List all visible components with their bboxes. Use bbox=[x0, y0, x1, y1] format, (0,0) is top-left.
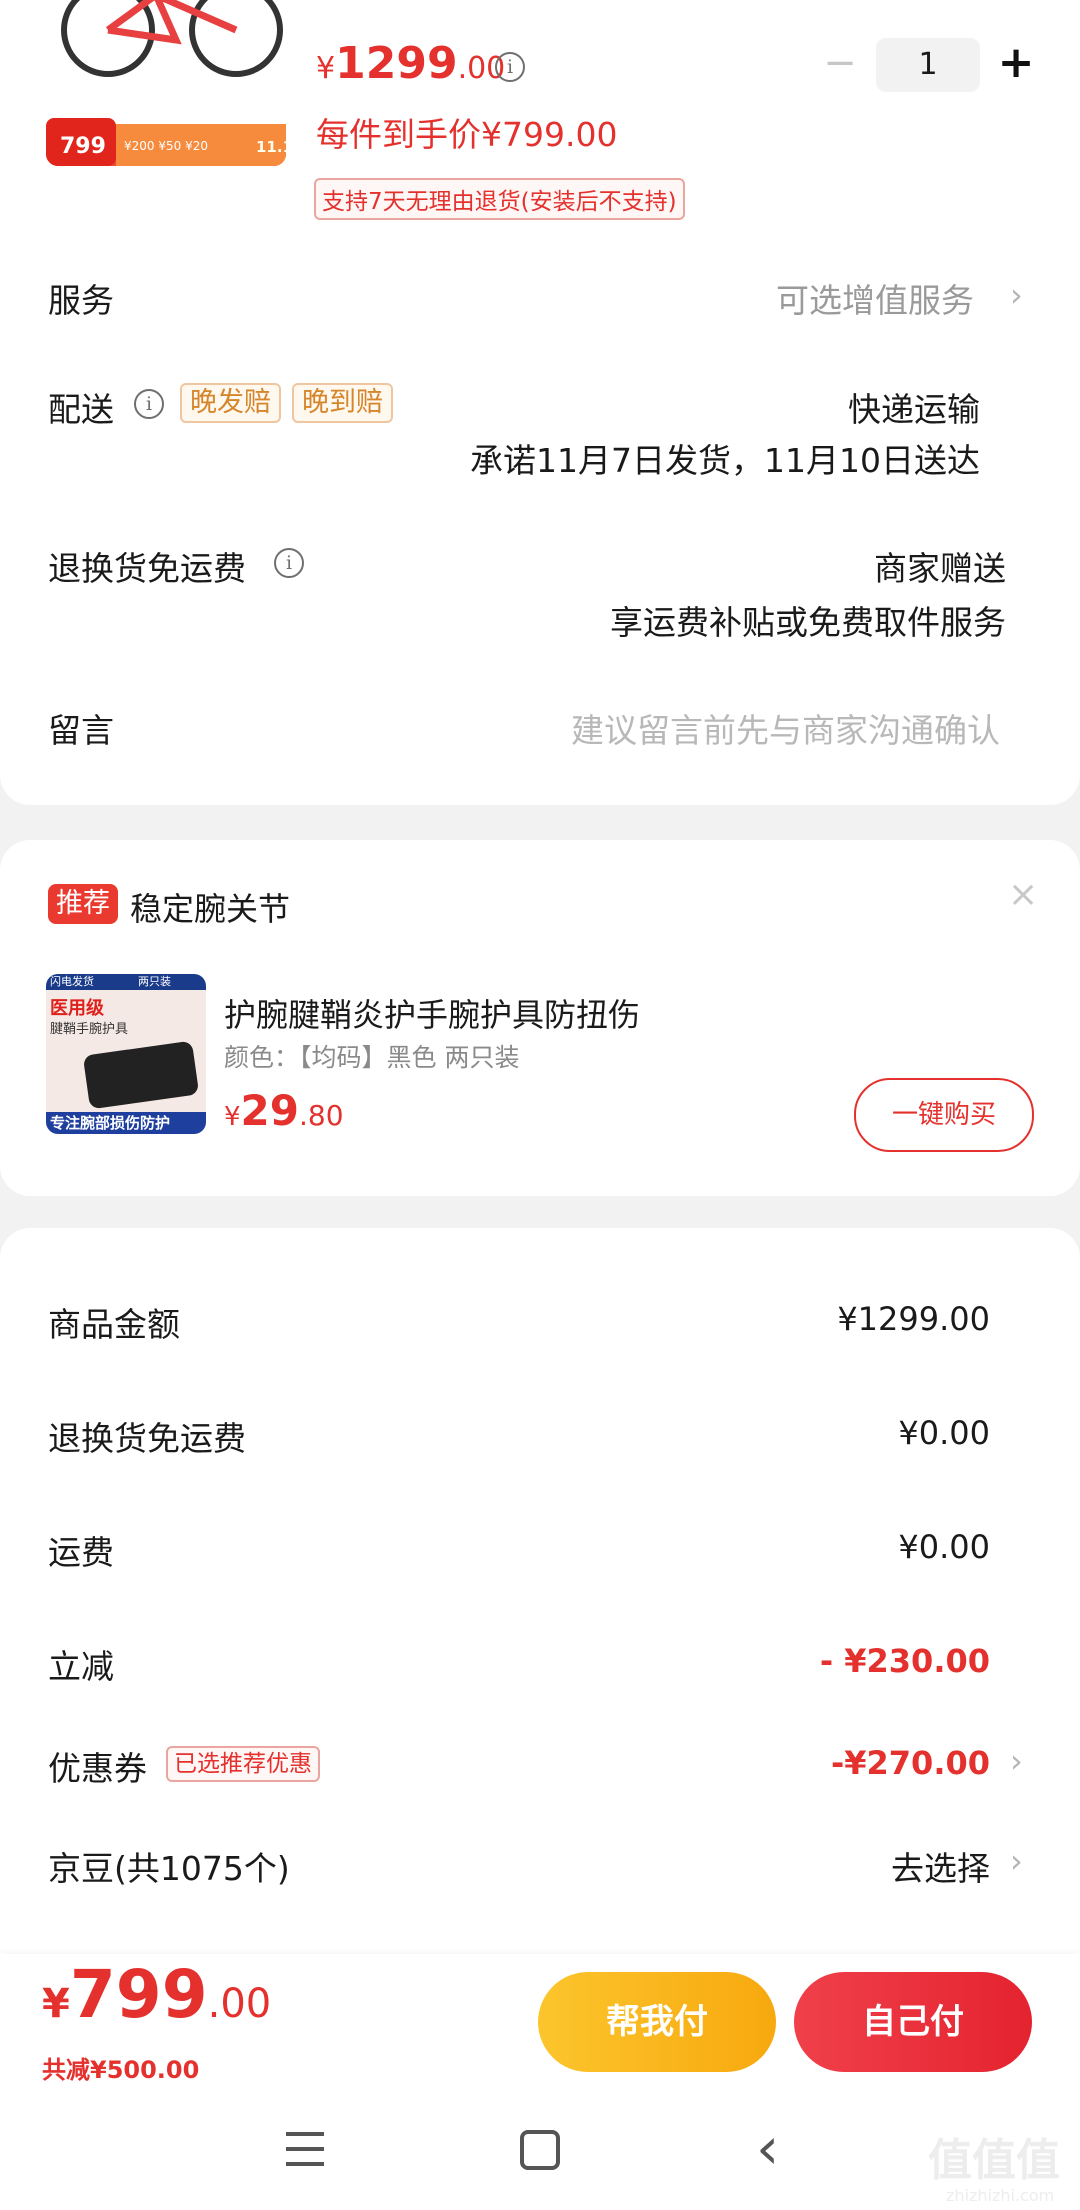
wrist-brace-image bbox=[82, 1040, 200, 1110]
pay-myself-button[interactable]: 自己付 bbox=[794, 1972, 1032, 2072]
product-price: ¥1299.00 bbox=[316, 38, 506, 89]
late-arrival-compensation-tag: 晚到赔 bbox=[292, 383, 393, 423]
summary-row-label: 立减 bbox=[48, 1647, 114, 1686]
recommend-item-thumbnail[interactable]: 闪电发货 两只装 医用级 腱鞘手腕护具 专注腕部损伤防护 bbox=[46, 974, 206, 1134]
home-icon[interactable] bbox=[520, 2130, 560, 2170]
summary-row-value: ¥1299.00 bbox=[837, 1300, 990, 1338]
price-info-icon[interactable]: i bbox=[495, 52, 525, 82]
thumb-fast-ship: 闪电发货 bbox=[50, 975, 94, 988]
delivery-schedule[interactable]: 承诺11月7日发货，11月10日送达 bbox=[470, 434, 980, 482]
coupon-value[interactable]: -¥270.00 bbox=[831, 1744, 990, 1782]
increase-button[interactable]: + bbox=[996, 38, 1036, 88]
decrease-button[interactable]: − bbox=[820, 40, 860, 86]
recommend-title: 稳定腕关节 bbox=[130, 890, 291, 928]
recommend-item-price: ¥29.80 bbox=[224, 1086, 344, 1135]
recommend-item-name[interactable]: 护腕腱鞘炎护手腕护具防扭伤 bbox=[224, 990, 640, 1036]
one-click-buy-button[interactable]: 一键购买 bbox=[854, 1078, 1034, 1152]
thumb-bottom-text: 专注腕部损伤防护 bbox=[50, 1114, 171, 1132]
recommend-badge: 推荐 bbox=[48, 884, 118, 924]
jd-beans-chevron-icon[interactable]: › bbox=[1010, 1842, 1023, 1880]
recommend-card: 推荐 稳定腕关节 × 闪电发货 两只装 医用级 腱鞘手腕护具 专注腕部损伤防护 … bbox=[0, 840, 1080, 1196]
service-value[interactable]: 可选增值服务 bbox=[776, 274, 974, 322]
summary-row-label: 商品金额 bbox=[48, 1305, 180, 1344]
quantity-stepper: − 1 + bbox=[820, 38, 1040, 92]
thumb-medical-grade: 医用级 bbox=[50, 998, 104, 1019]
service-label: 服务 bbox=[48, 281, 114, 320]
message-label: 留言 bbox=[48, 711, 114, 750]
coupon-tag: 已选推荐优惠 bbox=[166, 1746, 320, 1782]
return-shipping-gift: 商家赠送 bbox=[874, 549, 1006, 588]
total-price: ¥799.00 bbox=[42, 1956, 272, 2033]
menu-icon[interactable] bbox=[286, 2132, 324, 2166]
jd-beans-value[interactable]: 去选择 bbox=[891, 1842, 990, 1890]
thumbnail-price: 799 bbox=[60, 134, 106, 159]
order-card: ¥200 ¥50 ¥20 11.11 799 ¥1299.00 i 每件到手价¥… bbox=[0, 0, 1080, 805]
delivery-label: 配送 bbox=[48, 390, 114, 429]
thumb-subtitle: 腱鞘手腕护具 bbox=[50, 1022, 129, 1037]
watermark-url: zhizhizhi.com bbox=[946, 2186, 1055, 2205]
message-input[interactable]: 建议留言前先与商家沟通确认 bbox=[571, 704, 1000, 752]
thumb-two-pack: 两只装 bbox=[138, 975, 171, 988]
delivery-method[interactable]: 快递运输 bbox=[848, 383, 980, 431]
summary-row-value: ¥0.00 bbox=[898, 1414, 990, 1452]
summary-row-label: 运费 bbox=[48, 1533, 114, 1572]
coupon-chevron-icon[interactable]: › bbox=[1010, 1742, 1023, 1780]
watermark-logo: 值值值 bbox=[928, 2135, 1060, 2186]
per-item-price: 每件到手价¥799.00 bbox=[316, 115, 618, 154]
product-thumbnail[interactable]: ¥200 ¥50 ¥20 11.11 799 bbox=[46, 0, 286, 166]
recommend-item-spec: 颜色：【均码】黑色 两只装 bbox=[224, 1043, 520, 1072]
instant-discount-value: - ¥230.00 bbox=[819, 1642, 990, 1680]
coupon-label: 优惠券 bbox=[48, 1749, 147, 1788]
summary-row-label: 退换货免运费 bbox=[48, 1419, 246, 1458]
close-icon[interactable]: × bbox=[1008, 874, 1038, 915]
return-shipping-info-icon[interactable]: i bbox=[274, 548, 304, 578]
return-shipping-label: 退换货免运费 bbox=[48, 549, 246, 588]
late-ship-compensation-tag: 晚发赔 bbox=[180, 383, 281, 423]
summary-row-value: ¥0.00 bbox=[898, 1528, 990, 1566]
return-shipping-detail: 享运费补贴或免费取件服务 bbox=[610, 603, 1006, 642]
return-policy-tag: 支持7天无理由退货(安装后不支持) bbox=[314, 178, 685, 220]
jd-beans-label: 京豆(共1075个) bbox=[48, 1849, 290, 1888]
checkout-bar: ¥799.00 共减¥500.00 帮我付 自己付 bbox=[0, 1954, 1080, 2100]
svg-text:¥200 ¥50 ¥20: ¥200 ¥50 ¥20 bbox=[124, 139, 208, 153]
total-discount: 共减¥500.00 bbox=[42, 2056, 200, 2084]
price-summary-card: 商品金额 ¥1299.00 退换货免运费 ¥0.00 运费 ¥0.00 立减 -… bbox=[0, 1228, 1080, 1988]
system-nav-bar: ‹ 值值值 zhizhizhi.com bbox=[0, 2100, 1080, 2210]
back-icon[interactable]: ‹ bbox=[756, 2114, 779, 2182]
delivery-info-icon[interactable]: i bbox=[134, 389, 164, 419]
quantity-input[interactable]: 1 bbox=[876, 38, 980, 92]
help-me-pay-button[interactable]: 帮我付 bbox=[538, 1972, 776, 2072]
svg-text:11.11: 11.11 bbox=[256, 138, 286, 156]
service-chevron-icon[interactable]: › bbox=[1010, 276, 1023, 314]
